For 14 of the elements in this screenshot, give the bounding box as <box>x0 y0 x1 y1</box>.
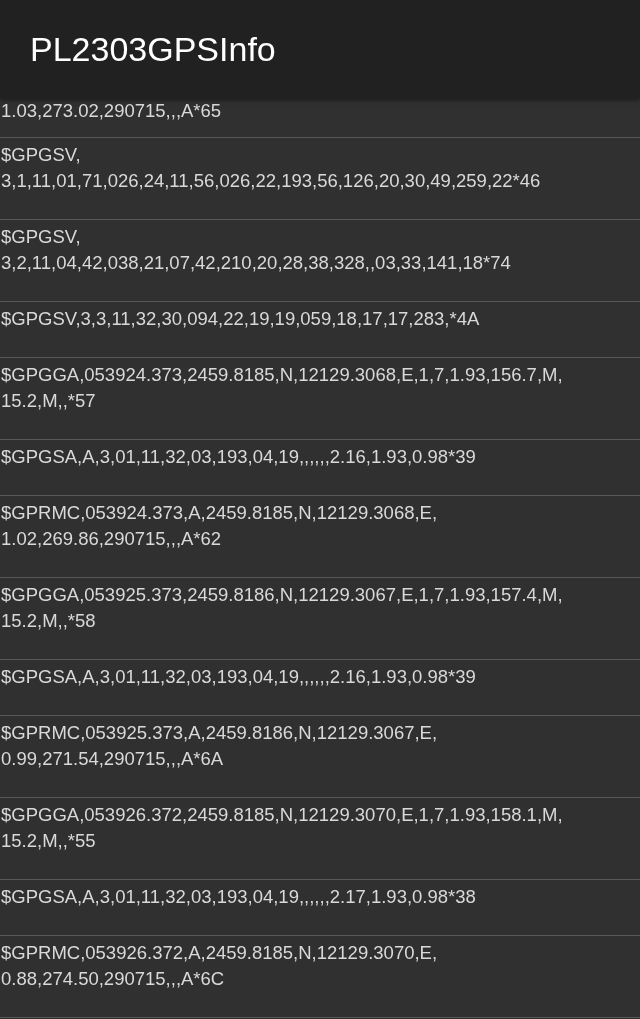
nmea-sentence: $GPGGA,053925.373,2459.8186,N,12129.3067,E,1,7,1.93,157.4,M, 15.2,M,,*58 <box>1 583 563 633</box>
nmea-sentence: $GPGSV,3,3,11,32,30,094,22,19,19,059,18,17,17,283,*4A <box>1 307 480 331</box>
nmea-sentence: $GPRMC,053926.372,A,2459.8185,N,12129.3070,E, 0.88,274.50,290715,,,A*6C <box>1 941 438 991</box>
nmea-sentence: $GPGGA,053926.372,2459.8185,N,12129.3070,E,1,7,1.93,158.1,M, 15.2,M,,*55 <box>1 803 563 853</box>
nmea-sentence: $GPGSA,A,3,01,11,32,03,193,04,19,,,,,,2.17,1.93,0.98*38 <box>1 885 476 909</box>
nmea-sentence: $GPGSA,A,3,01,11,32,03,193,04,19,,,,,,2.16,1.93,0.98*39 <box>1 445 476 469</box>
nmea-sentence: $GPRMC,053924.373,A,2459.8185,N,12129.3068,E, 1.02,269.86,290715,,,A*62 <box>1 501 438 551</box>
nmea-sentence: 1.03,273.02,290715,,,A*65 <box>1 99 222 123</box>
nmea-sentence: $GPGSV, 3,2,11,04,42,038,21,07,42,210,20,28,38,328,,03,33,141,18*74 <box>1 225 511 275</box>
nmea-sentence: $GPGSA,A,3,01,11,32,03,193,04,19,,,,,,2.16,1.93,0.98*39 <box>1 665 476 689</box>
nmea-sentence: $GPGSV, 3,1,11,01,71,026,24,11,56,026,22,193,56,126,20,30,49,259,22*46 <box>1 143 541 193</box>
nmea-sentence: $GPGGA,053924.373,2459.8185,N,12129.3068,E,1,7,1.93,156.7,M, 15.2,M,,*57 <box>1 363 563 413</box>
app-title: PL2303GPSInfo <box>30 29 276 69</box>
nmea-sentence: $GPRMC,053925.373,A,2459.8186,N,12129.3067,E, 0.99,271.54,290715,,,A*6A <box>1 721 438 771</box>
